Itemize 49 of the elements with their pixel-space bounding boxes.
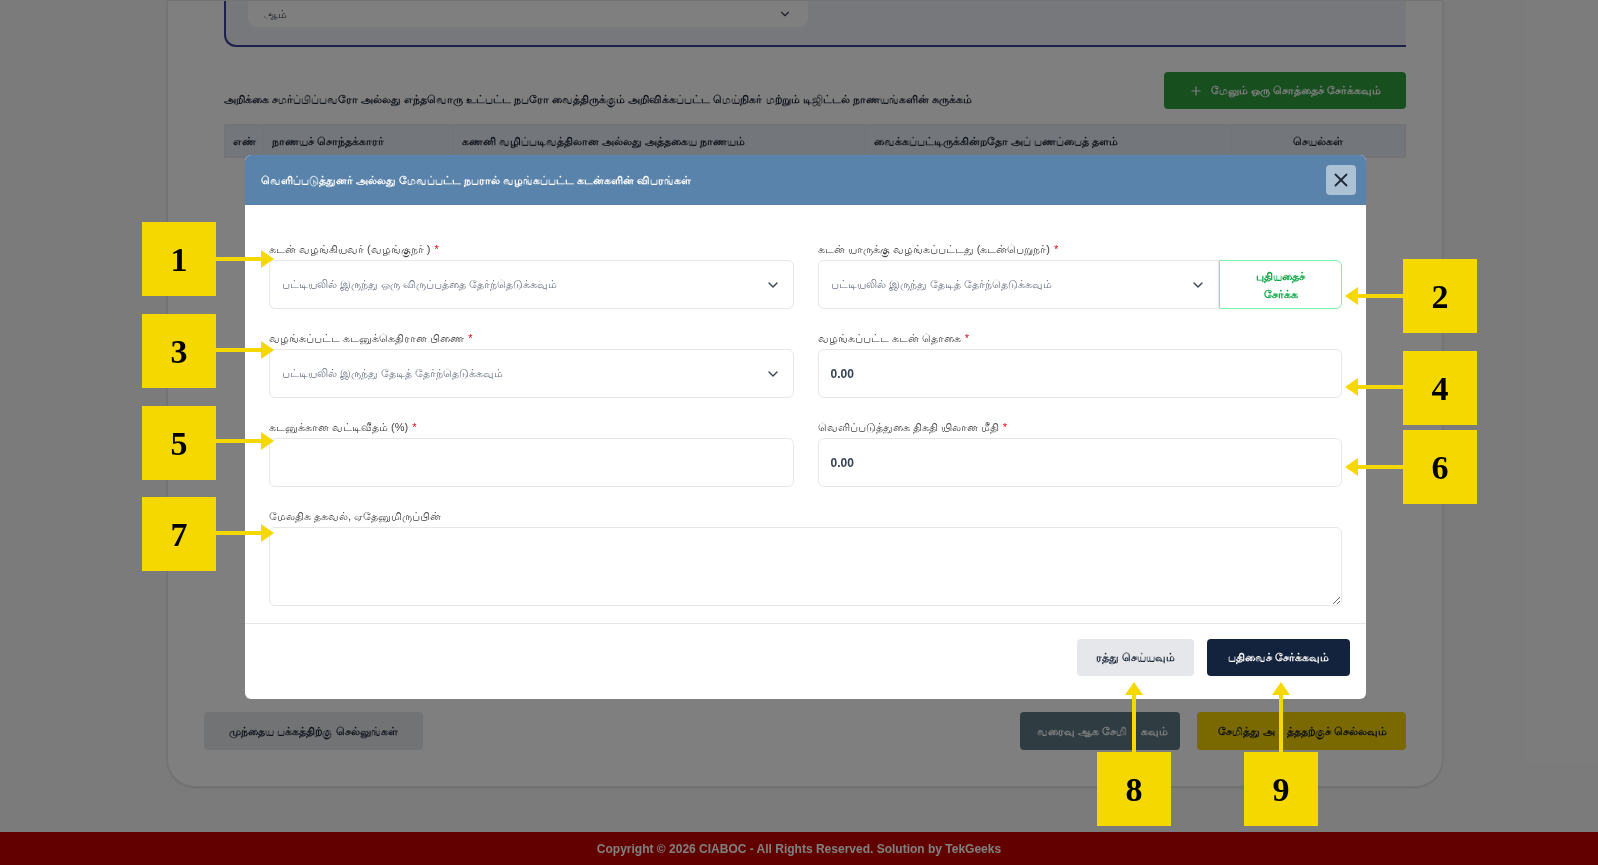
callout-arrow [216, 432, 274, 450]
callout-number: 6 [1403, 430, 1477, 504]
field-label: வெளிப்படுத்துகை திகதி யிலான மீதி [817, 419, 999, 436]
add-new-button[interactable]: புதியதைச் சேர்க்க [1219, 260, 1342, 309]
callout-number: 1 [142, 222, 216, 296]
button-label: சேமித்து அ [1217, 723, 1275, 740]
close-button[interactable] [1326, 165, 1356, 195]
callout-number: 8 [1097, 752, 1171, 826]
callout-arrow [1125, 682, 1143, 752]
required-asterisk: * [1054, 241, 1059, 257]
callout-number: 3 [142, 314, 216, 388]
save-next-button[interactable]: சேமித்து அ த்ததற்குச் செல்லவும் [1197, 712, 1406, 750]
button-label: கவும் [1141, 723, 1168, 740]
select-field[interactable]: ஆம் [248, 1, 808, 27]
field-label: வழங்கப்பட்ட கடன் தொகை [817, 330, 961, 347]
required-asterisk: * [412, 419, 417, 435]
select-field[interactable]: பட்டியலில் இருந்து ஒரு விருப்பத்தை தேர்ந்தெடுக்கவும் [269, 260, 794, 309]
previous-page-button[interactable]: முந்தைய பக்கத்திற்கு செல்லுங்கள் [204, 712, 423, 750]
field-label: மேலதிக தகவல், ஏதேனுமிருப்பின் [269, 508, 442, 525]
callout-arrow [1345, 378, 1403, 396]
callout-number: 5 [142, 406, 216, 480]
select-field[interactable]: பட்டியலில் இருந்து தேடித் தேர்ந்தெடுக்கவும் [269, 349, 794, 398]
callout-number: 2 [1403, 259, 1477, 333]
callout-arrow [1345, 458, 1403, 476]
required-asterisk: * [434, 241, 439, 257]
callout-number: 7 [142, 497, 216, 571]
cancel-button[interactable]: ரத்து செய்யவும் [1077, 639, 1194, 676]
select-field[interactable]: பட்டியலில் இருந்து தேடித் தேர்ந்தெடுக்கவும் [817, 260, 1219, 309]
input-field[interactable]: 0.00 [817, 349, 1342, 398]
required-asterisk: * [1002, 419, 1007, 435]
modal-title: வெளிப்படுத்துனர் அல்லது மேவப்பட்ட நபரால் வழங்கப்பட்ட கடன்களின் விபரங்கள் [261, 172, 692, 189]
callout-number: 9 [1244, 752, 1318, 826]
input-field[interactable]: 0.00 [817, 438, 1342, 487]
field-label: வழங்கப்பட்ட கடனுக்கெதிரான பிணை [269, 330, 465, 347]
button-label: த்ததற்குச் செல்லவும் [1287, 722, 1388, 740]
callout-number: 4 [1403, 351, 1477, 425]
required-asterisk: * [468, 330, 473, 346]
callout-arrow [216, 524, 274, 542]
button-label: வரைவு ஆக சேமி [1036, 723, 1127, 740]
field-label: கடனுக்கான வட்டிவீதம் (%) [269, 419, 409, 436]
add-record-button[interactable]: பதிவைச் சேர்க்கவும் [1207, 639, 1350, 676]
plus-icon [1188, 83, 1203, 98]
required-asterisk: * [964, 330, 969, 346]
section-heading: அறிக்கை சமர்ப்பிப்பவரோ அல்லது எந்தவொரு உட்பட்ட நபரோ வைத்திருக்கும் அறிவிக்கப்பட்ட மெய்நிகர் மற்றும் டிஜிட்டல் நாணயங்களின் சுருக்கம் [224, 92, 972, 108]
copyright-text: Copyright © 2026 CIABOC - All Rights Reserved. Solution by TekGeeks [596, 840, 1002, 858]
field-label: கடன் வழங்கியவர் (வழங்குநர் ) [269, 240, 431, 258]
save-draft-button[interactable]: வரைவு ஆக சேமி கவும் [1020, 712, 1180, 750]
field-label: கடன் யாருக்கு வழங்கப்பட்டது (கடன்பெறுநர்) [817, 240, 1050, 258]
callout-arrow [1345, 287, 1403, 305]
